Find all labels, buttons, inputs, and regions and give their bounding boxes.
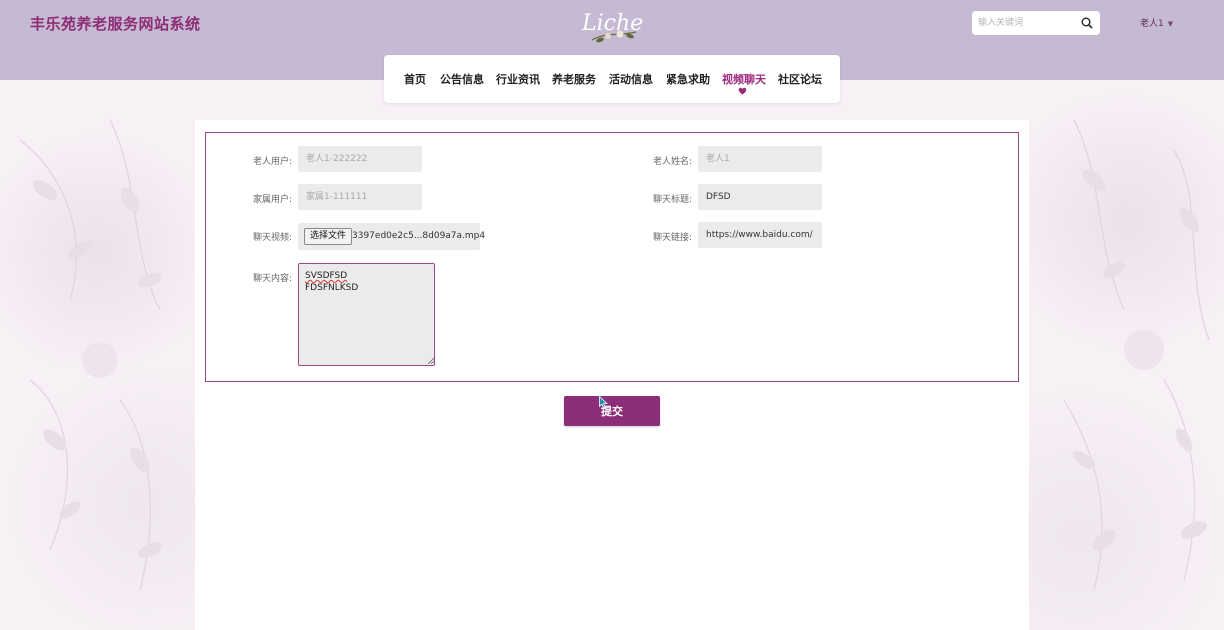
resize-grip-icon[interactable]: [427, 357, 434, 364]
chat-content-line: SVSDFSD: [305, 271, 348, 281]
chat-link-label: 聊天链接:: [652, 233, 692, 243]
user-name: 老人1: [1140, 19, 1164, 29]
family-user-label: 家属用户:: [252, 195, 292, 205]
chat-content-textarea[interactable]: SVSDFSD FDSFNLKSD: [298, 263, 435, 366]
elder-user-field[interactable]: [298, 146, 422, 172]
nav-item-home[interactable]: 首页: [404, 71, 426, 87]
caret-down-icon: ▼: [1167, 20, 1174, 28]
chat-video-label: 聊天视频:: [252, 233, 292, 243]
video-chat-form: 老人用户: 老人姓名: 家属用户: 聊天标题: 聊天视频: 选择文件 3397e…: [205, 132, 1019, 382]
search-icon[interactable]: [1081, 17, 1093, 29]
heart-icon: [738, 87, 747, 95]
elder-name-field[interactable]: [698, 146, 822, 172]
chat-content-line: FDSFNLKSD: [305, 283, 359, 293]
floral-pattern-left: [19, 119, 163, 591]
mouse-cursor-icon: [599, 396, 608, 409]
main-nav: 首页 公告信息 行业资讯 养老服务 活动信息 紧急求助 视频聊天 社区论坛: [384, 55, 840, 103]
content-panel: 老人用户: 老人姓名: 家属用户: 聊天标题: 聊天视频: 选择文件 3397e…: [195, 120, 1029, 630]
user-menu[interactable]: 老人1 ▼: [1140, 16, 1173, 29]
nav-item-video-chat[interactable]: 视频聊天: [722, 71, 766, 87]
nav-item-activities[interactable]: 活动信息: [609, 71, 653, 87]
chat-title-label: 聊天标题:: [652, 195, 692, 205]
chat-content-label: 聊天内容:: [252, 274, 292, 284]
chat-title-field[interactable]: [698, 184, 822, 210]
chat-link-field[interactable]: [698, 222, 822, 248]
chat-video-file-input: 选择文件 3397ed0e2c5...8d09a7a.mp4: [298, 223, 485, 250]
choose-file-button[interactable]: 选择文件: [304, 228, 353, 245]
site-logo: Liche: [581, 11, 643, 43]
elder-user-label: 老人用户:: [252, 157, 292, 167]
search-input[interactable]: [976, 11, 1080, 35]
nav-item-community-forum[interactable]: 社区论坛: [778, 71, 822, 87]
submit-button[interactable]: 提交: [564, 396, 660, 426]
family-user-field[interactable]: [298, 184, 422, 210]
nav-item-elder-services[interactable]: 养老服务: [552, 71, 596, 87]
nav-item-emergency-help[interactable]: 紧急求助: [666, 71, 710, 87]
nav-item-industry-news[interactable]: 行业资讯: [496, 71, 540, 87]
nav-item-notices[interactable]: 公告信息: [440, 71, 484, 87]
floral-pattern-right: [1063, 119, 1210, 591]
selected-file-name: 3397ed0e2c5...8d09a7a.mp4: [352, 231, 486, 241]
elder-name-label: 老人姓名:: [652, 157, 692, 167]
search-box: [972, 11, 1100, 35]
site-title: 丰乐苑养老服务网站系统: [30, 15, 201, 33]
